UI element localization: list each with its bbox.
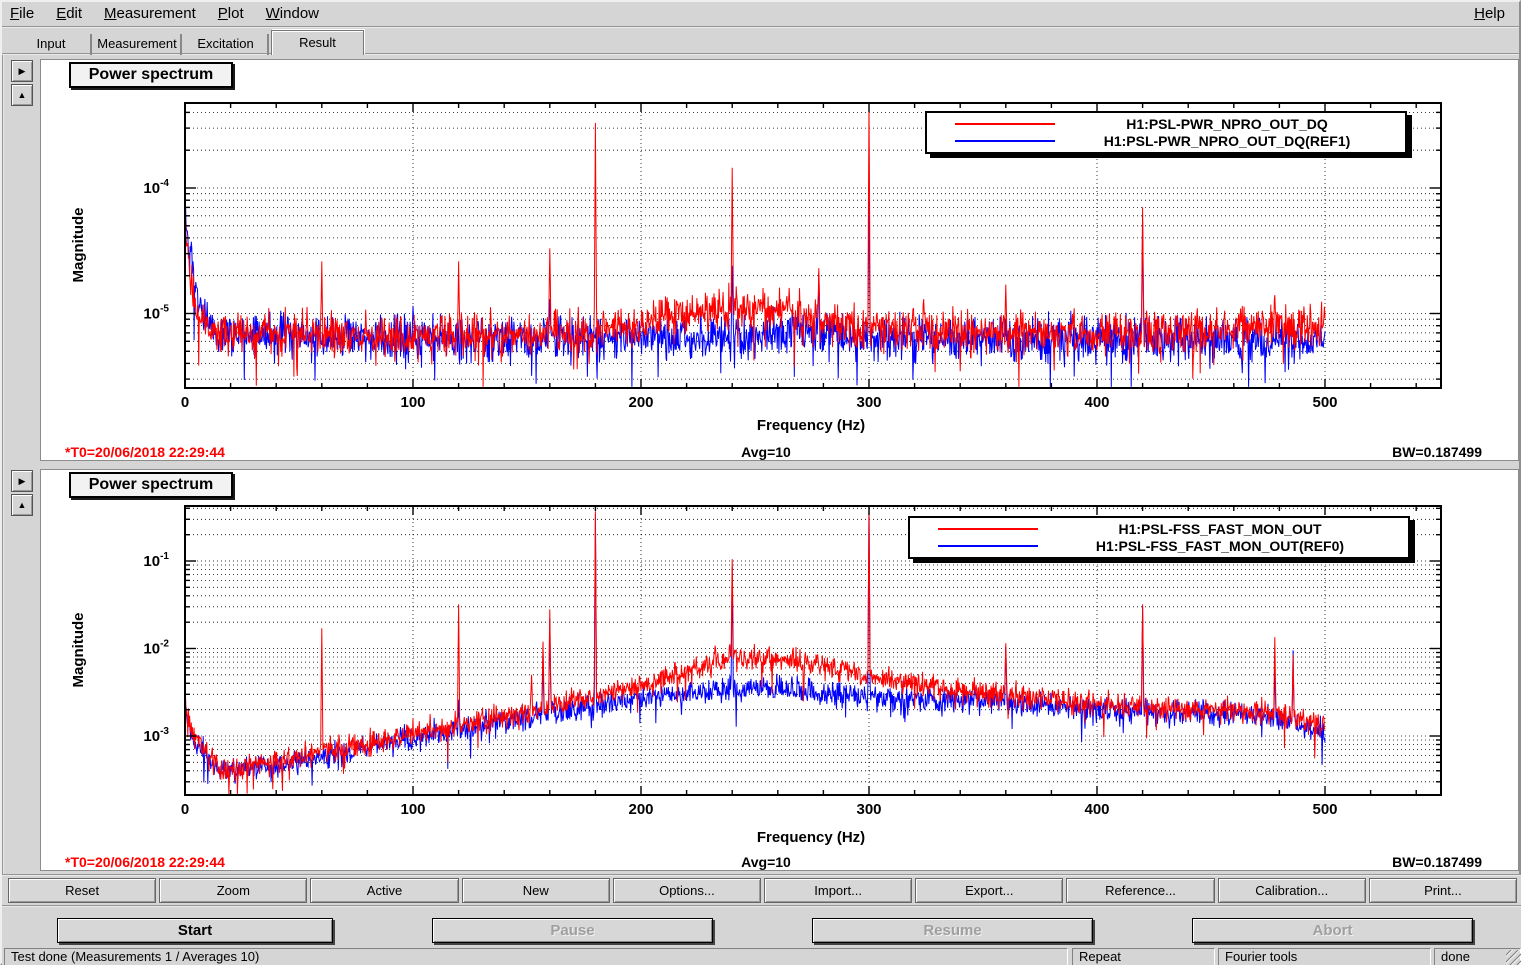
svg-text:0: 0 bbox=[181, 394, 189, 411]
plot-legend[interactable]: H1:PSL-PWR_NPRO_OUT_DQ H1:PSL-PWR_NPRO_O… bbox=[925, 111, 1407, 154]
arrow-up-icon[interactable]: ▲ bbox=[11, 84, 33, 106]
status-message: Test done (Measurements 1 / Averages 10) bbox=[4, 948, 1068, 965]
svg-text:500: 500 bbox=[1312, 801, 1337, 818]
plot-title: Power spectrum bbox=[69, 472, 233, 498]
tab-measurement[interactable]: Measurement bbox=[94, 34, 182, 55]
legend-line-red bbox=[938, 528, 1038, 530]
tab-result[interactable]: Result bbox=[271, 30, 364, 55]
menu-measurement[interactable]: Measurement bbox=[104, 2, 196, 26]
legend-label: H1:PSL-PWR_NPRO_OUT_DQ bbox=[1055, 116, 1399, 132]
legend-entry: H1:PSL-PWR_NPRO_OUT_DQ bbox=[933, 115, 1399, 132]
arrow-right-icon[interactable]: ▶ bbox=[11, 470, 33, 492]
menu-plot[interactable]: Plot bbox=[218, 2, 244, 26]
new-button[interactable]: New bbox=[462, 878, 610, 903]
pause-button[interactable]: Pause bbox=[432, 918, 713, 943]
bw-annotation: BW=0.187499 bbox=[1392, 854, 1482, 870]
arrow-up-icon[interactable]: ▲ bbox=[11, 494, 33, 516]
svg-text:400: 400 bbox=[1084, 801, 1109, 818]
tab-excitation[interactable]: Excitation bbox=[184, 34, 269, 55]
svg-text:300: 300 bbox=[856, 801, 881, 818]
avg-annotation: Avg=10 bbox=[41, 444, 1491, 460]
legend-line-blue bbox=[938, 545, 1038, 547]
legend-entry: H1:PSL-FSS_FAST_MON_OUT(REF0) bbox=[916, 537, 1402, 554]
print-button[interactable]: Print... bbox=[1369, 878, 1517, 903]
y-axis-label: Magnitude bbox=[70, 550, 90, 750]
svg-text:10-2: 10-2 bbox=[143, 639, 169, 658]
svg-text:300: 300 bbox=[856, 394, 881, 411]
svg-text:0: 0 bbox=[181, 801, 189, 818]
menu-bar: File Edit Measurement Plot Window Help bbox=[2, 2, 1519, 28]
plot-panel-bottom: 0 100 200 300 400 500 10-1 10-2 10-3 Power spect… bbox=[40, 469, 1519, 871]
x-axis-label: Frequency (Hz) bbox=[131, 417, 1491, 434]
menu-help[interactable]: Help bbox=[1474, 2, 1505, 26]
measurement-controls: Start Pause Resume Abort bbox=[2, 907, 1521, 947]
svg-text:10-5: 10-5 bbox=[143, 304, 169, 323]
zoom-button[interactable]: Zoom bbox=[159, 878, 307, 903]
bw-annotation: BW=0.187499 bbox=[1392, 444, 1482, 460]
legend-label: H1:PSL-FSS_FAST_MON_OUT(REF0) bbox=[1038, 538, 1402, 554]
menu-edit[interactable]: Edit bbox=[56, 2, 82, 26]
abort-button[interactable]: Abort bbox=[1192, 918, 1473, 943]
status-bar: Test done (Measurements 1 / Averages 10)… bbox=[2, 947, 1521, 965]
svg-text:200: 200 bbox=[628, 801, 653, 818]
svg-text:10-1: 10-1 bbox=[143, 551, 169, 570]
status-mode: Repeat bbox=[1072, 948, 1215, 965]
tab-bar: Input Measurement Excitation Result bbox=[2, 30, 1519, 55]
result-pane: ▶ ▲ ▶ ▲ 0 100 200 300 400 500 10-4 10-5 Power s… bbox=[2, 55, 1521, 874]
svg-text:10-4: 10-4 bbox=[143, 178, 169, 197]
plot-panel-top: 010020030040050010-410-5 Power spectrum … bbox=[40, 59, 1519, 461]
y-axis-label: Magnitude bbox=[70, 145, 90, 345]
svg-text:10-3: 10-3 bbox=[143, 726, 169, 745]
reset-button[interactable]: Reset bbox=[8, 878, 156, 903]
avg-annotation: Avg=10 bbox=[41, 854, 1491, 870]
tab-input[interactable]: Input bbox=[12, 34, 92, 55]
active-button[interactable]: Active bbox=[310, 878, 458, 903]
svg-text:100: 100 bbox=[400, 801, 425, 818]
diaggui-window: File Edit Measurement Plot Window Help Input… bbox=[0, 0, 1521, 965]
svg-text:200: 200 bbox=[628, 394, 653, 411]
plot-toolbar: Reset Zoom Active New Options... Import.… bbox=[2, 874, 1521, 907]
plot-legend[interactable]: H1:PSL-FSS_FAST_MON_OUT H1:PSL-FSS_FAST_… bbox=[908, 516, 1410, 559]
svg-text:500: 500 bbox=[1312, 394, 1337, 411]
resume-button[interactable]: Resume bbox=[812, 918, 1093, 943]
legend-line-blue bbox=[955, 140, 1055, 142]
svg-text:100: 100 bbox=[400, 394, 425, 411]
x-axis-label: Frequency (Hz) bbox=[131, 829, 1491, 846]
legend-entry: H1:PSL-PWR_NPRO_OUT_DQ(REF1) bbox=[933, 132, 1399, 149]
calibration-button[interactable]: Calibration... bbox=[1218, 878, 1366, 903]
menu-file[interactable]: File bbox=[10, 2, 34, 26]
legend-line-red bbox=[955, 123, 1055, 125]
status-tool: Fourier tools bbox=[1218, 948, 1431, 965]
export-button[interactable]: Export... bbox=[915, 878, 1063, 903]
import-button[interactable]: Import... bbox=[764, 878, 912, 903]
menu-window[interactable]: Window bbox=[266, 2, 319, 26]
legend-label: H1:PSL-PWR_NPRO_OUT_DQ(REF1) bbox=[1055, 133, 1399, 149]
arrow-right-icon[interactable]: ▶ bbox=[11, 60, 33, 82]
svg-text:400: 400 bbox=[1084, 394, 1109, 411]
resize-grip-icon[interactable] bbox=[1506, 950, 1521, 965]
reference-button[interactable]: Reference... bbox=[1066, 878, 1214, 903]
plot-title: Power spectrum bbox=[69, 62, 233, 88]
start-button[interactable]: Start bbox=[57, 918, 333, 943]
options-button[interactable]: Options... bbox=[613, 878, 761, 903]
legend-label: H1:PSL-FSS_FAST_MON_OUT bbox=[1038, 521, 1402, 537]
legend-entry: H1:PSL-FSS_FAST_MON_OUT bbox=[916, 520, 1402, 537]
